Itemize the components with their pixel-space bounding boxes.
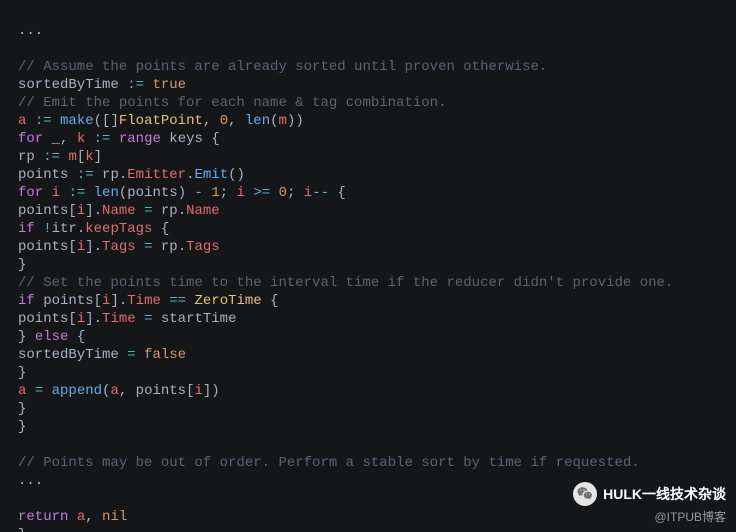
code-line: } [18, 365, 26, 381]
watermark-line1: HULK一线技术杂谈 [573, 482, 726, 506]
comment: // Emit the points for each name & tag c… [18, 95, 446, 111]
code-block: ... // Assume the points are already sor… [0, 0, 736, 532]
code-line: points := rp.Emitter.Emit() [18, 167, 245, 183]
code-line: } [18, 419, 26, 435]
code-line: for _, k := range keys { [18, 131, 220, 147]
code-line: for i := len(points) - 1; i >= 0; i-- { [18, 185, 346, 201]
code-line: sortedByTime = false [18, 347, 186, 363]
code-line: if points[i].Time == ZeroTime { [18, 293, 279, 309]
code-line: ... [18, 473, 43, 489]
watermark-text-1: HULK一线技术杂谈 [603, 485, 726, 503]
code-line: } [18, 401, 26, 417]
code-line: sortedByTime := true [18, 77, 186, 93]
watermark: HULK一线技术杂谈 @ITPUB博客 [573, 482, 726, 526]
code-line: ... [18, 23, 43, 39]
wechat-icon [573, 482, 597, 506]
code-line: if !itr.keepTags { [18, 221, 169, 237]
code-line: } [18, 527, 26, 532]
code-line: points[i].Tags = rp.Tags [18, 239, 220, 255]
code-line: points[i].Time = startTime [18, 311, 237, 327]
code-line: points[i].Name = rp.Name [18, 203, 220, 219]
code-line: } [18, 257, 26, 273]
code-line: a := make([]FloatPoint, 0, len(m)) [18, 113, 304, 129]
code-line: } else { [18, 329, 85, 345]
code-line: a = append(a, points[i]) [18, 383, 220, 399]
comment: // Points may be out of order. Perform a… [18, 455, 640, 471]
code-line: return a, nil [18, 509, 127, 525]
watermark-text-2: @ITPUB博客 [654, 508, 726, 526]
comment: // Set the points time to the interval t… [18, 275, 673, 291]
comment: // Assume the points are already sorted … [18, 59, 547, 75]
code-line: rp := m[k] [18, 149, 102, 165]
